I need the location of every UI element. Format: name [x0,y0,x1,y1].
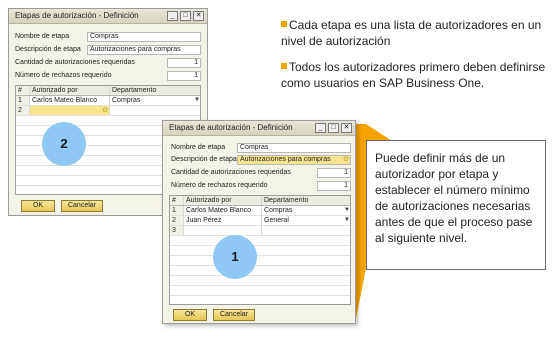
row-number: 2 [170,216,184,225]
department-value: Compras [264,207,293,214]
authorizer-cell[interactable]: Juan Pérez [184,216,262,225]
callout-text: Puede definir más de un autorizador por … [375,151,533,245]
bullet-stage-definition: Cada etapa es una lista de autorizadores… [281,17,556,49]
bullet-square-icon [281,63,287,69]
window-titlebar: Etapas de autorización - Definición _ □ … [163,121,355,136]
bullet-users-required: Todos los autorizadores primero deben de… [281,59,556,91]
department-value: General [264,217,289,224]
maximize-button[interactable]: □ [328,123,339,133]
column-header-authorizer: Autorizado por [184,196,262,205]
department-cell[interactable]: Compras ▼ [262,206,350,215]
cancel-button[interactable]: Cancelar [213,309,255,321]
required-approvals-label: Cantidad de autorizaciones requeridas [171,169,291,176]
authorizers-table: # Autorizado por Departamento 1 Carlos M… [169,195,351,305]
required-rejections-label: Número de rechazos requerido [171,182,268,189]
row-number: 1 [170,206,184,215]
window-title: Etapas de autorización - Definición [169,123,293,132]
stage-description-label: Descripción de etapa [171,156,237,163]
bullet-text: Cada etapa es una lista de autorizadores… [281,18,542,48]
table-row[interactable]: 3 [170,226,350,236]
stage-name-label: Nombre de etapa [171,144,226,151]
authorization-stage-window-front: Etapas de autorización - Definición _ □ … [162,120,356,324]
step-marker-1: 1 [213,235,257,279]
callout-box: Puede definir más de un autorizador por … [366,140,546,270]
column-header-department: Departamento [264,197,309,204]
ok-button[interactable]: OK [173,309,207,321]
dropdown-arrow-icon[interactable]: ▼ [344,216,350,225]
dropdown-arrow-icon[interactable]: ▼ [344,206,350,215]
stage-name-field[interactable]: Compras [237,143,351,153]
department-cell[interactable] [262,226,350,235]
column-header-number: # [170,196,184,205]
department-cell[interactable]: General ▼ [262,216,350,225]
authorizer-cell[interactable] [184,226,262,235]
choose-from-list-icon[interactable]: ⊙ [343,156,349,164]
stage-description-field[interactable]: Autorizaciones para compras ⊙ [237,155,351,165]
bullet-square-icon [281,21,287,27]
required-rejections-field[interactable]: 1 [317,181,351,191]
stage-description-value: Autorizaciones para compras [240,156,331,163]
table-header: # Autorizado por Departamento [170,196,350,206]
row-number: 3 [170,226,184,235]
table-row[interactable]: 1 Carlos Mateo Blanco Compras ▼ [170,206,350,216]
required-approvals-field[interactable]: 1 [317,168,351,178]
authorizer-cell[interactable]: Carlos Mateo Blanco [184,206,262,215]
table-row-empty [170,246,350,256]
table-row-empty [170,256,350,266]
table-row-empty [170,276,350,286]
close-button[interactable]: ✕ [341,123,352,133]
bullet-text: Todos los autorizadores primero deben de… [281,60,546,90]
table-row[interactable]: 2 Juan Pérez General ▼ [170,216,350,226]
table-row-empty [170,266,350,276]
table-row-empty [170,236,350,246]
minimize-button[interactable]: _ [315,123,326,133]
table-row-empty [170,286,350,296]
